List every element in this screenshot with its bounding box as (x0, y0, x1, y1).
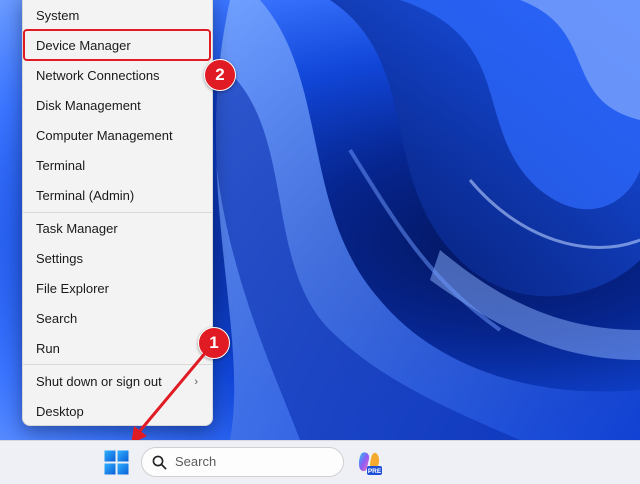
winx-context-menu: System Device Manager Network Connection… (22, 0, 213, 426)
menu-item-terminal-admin[interactable]: Terminal (Admin) (23, 181, 212, 211)
menu-separator (23, 364, 212, 365)
copilot-icon[interactable]: PRE (356, 450, 382, 476)
menu-item-shut-down-label: Shut down or sign out (36, 374, 162, 389)
menu-item-file-explorer[interactable]: File Explorer (23, 274, 212, 304)
menu-item-search[interactable]: Search (23, 304, 212, 334)
step-1-badge: 1 (198, 327, 230, 359)
device-manager-highlight-box (23, 29, 211, 61)
menu-item-task-manager[interactable]: Task Manager (23, 214, 212, 244)
menu-item-system[interactable]: System (23, 1, 212, 31)
menu-item-settings[interactable]: Settings (23, 244, 212, 274)
menu-item-network-connections[interactable]: Network Connections (23, 61, 212, 91)
copilot-pre-badge: PRE (368, 468, 382, 475)
step-2-badge: 2 (204, 59, 236, 91)
taskbar-search-box[interactable]: Search (141, 447, 344, 477)
menu-item-computer-management[interactable]: Computer Management (23, 121, 212, 151)
menu-item-disk-management[interactable]: Disk Management (23, 91, 212, 121)
search-icon (152, 455, 167, 470)
search-placeholder: Search (175, 454, 217, 469)
menu-separator (23, 212, 212, 213)
windows-start-icon[interactable] (104, 450, 129, 475)
menu-item-run[interactable]: Run (23, 334, 212, 364)
menu-item-terminal[interactable]: Terminal (23, 151, 212, 181)
chevron-right-icon: › (194, 376, 198, 388)
menu-item-desktop[interactable]: Desktop (23, 397, 212, 427)
menu-item-shut-down[interactable]: Shut down or sign out › (23, 367, 212, 397)
